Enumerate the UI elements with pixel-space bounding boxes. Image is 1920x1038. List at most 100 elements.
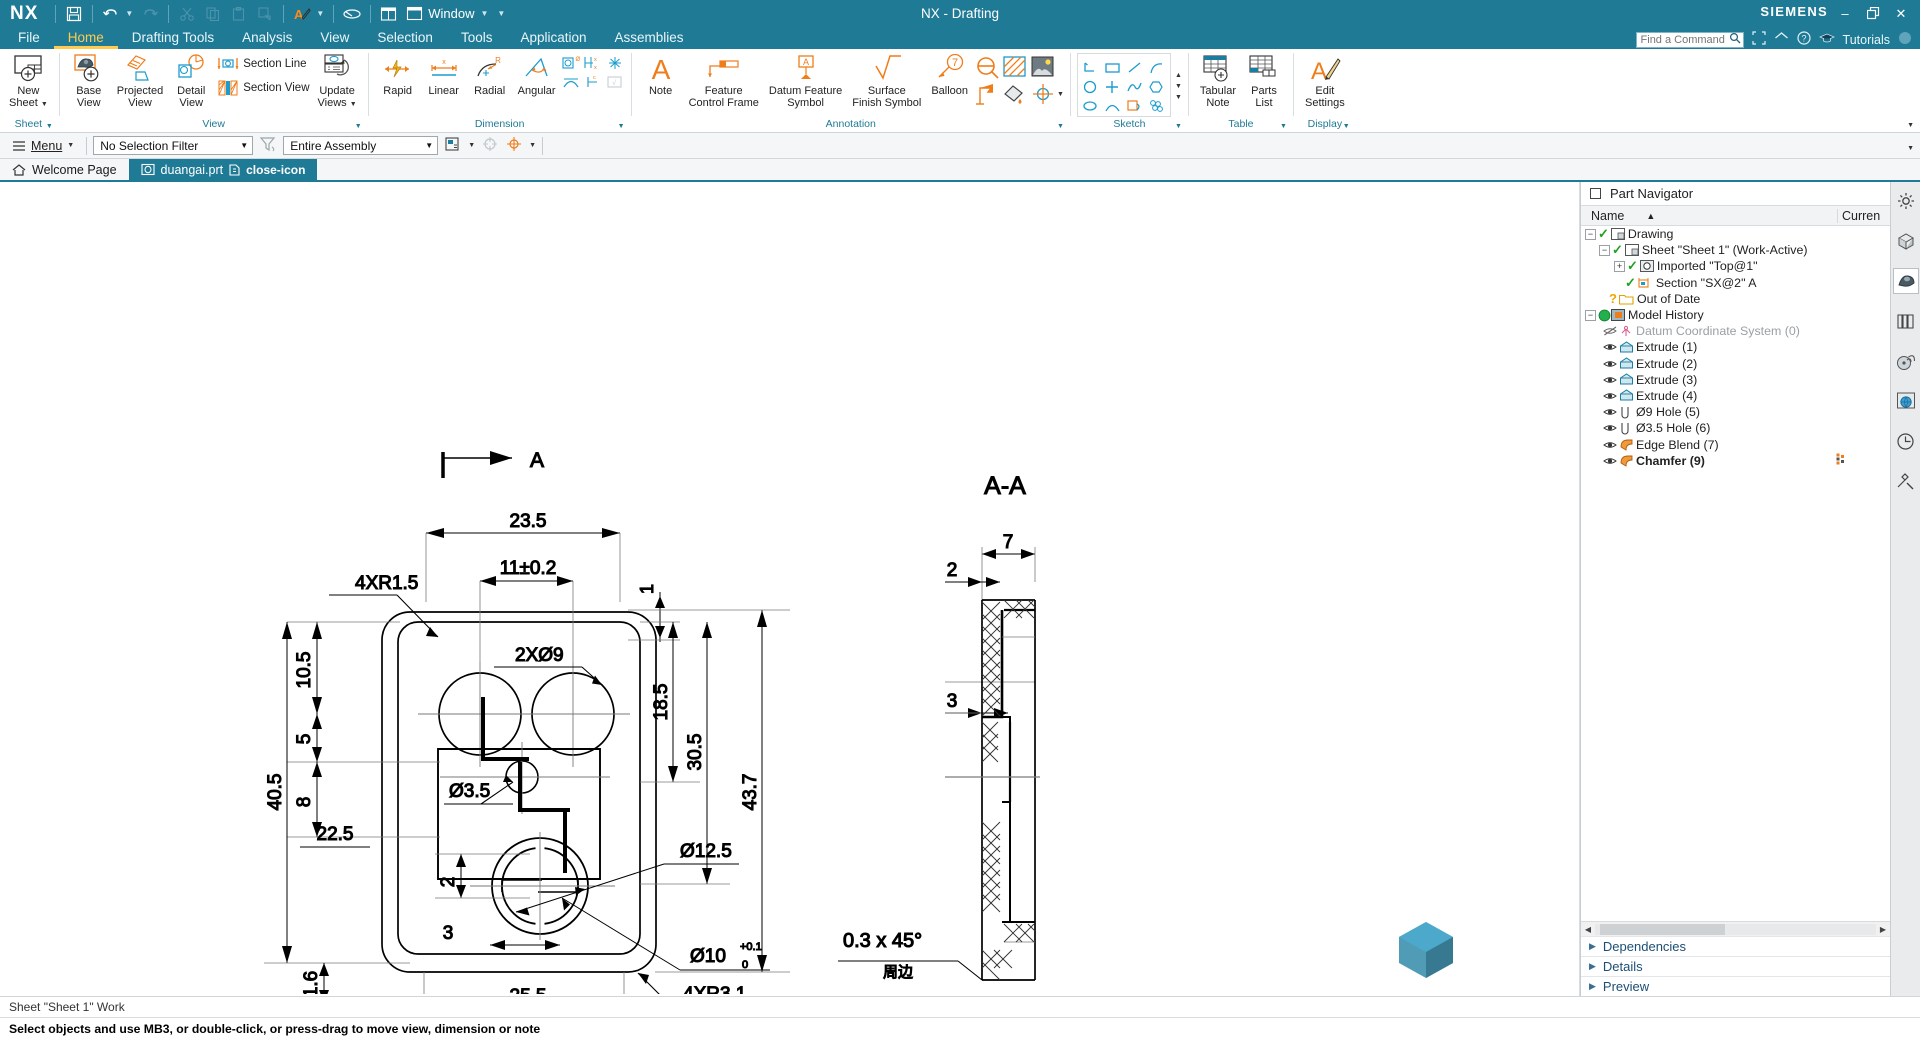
- centerline-icon[interactable]: [973, 53, 1001, 81]
- hole-callout-icon[interactable]: [605, 54, 625, 72]
- tree-item-extrude-2[interactable]: Extrude (2): [1581, 356, 1890, 372]
- user-icon[interactable]: [1898, 31, 1912, 48]
- column-header-name[interactable]: Name ▲: [1581, 209, 1837, 223]
- group-caret[interactable]: ▼: [46, 120, 53, 133]
- scroll-left-arrow[interactable]: ◀: [1581, 925, 1595, 934]
- selection-priority-caret[interactable]: ▼: [468, 142, 475, 149]
- circle-icon[interactable]: [1081, 77, 1101, 95]
- assembly-navigator-icon[interactable]: [1893, 228, 1919, 254]
- scroll-thumb[interactable]: [1600, 923, 1725, 935]
- line-icon[interactable]: [1125, 58, 1145, 76]
- tab-duangai-prt[interactable]: duangai.prt close-icon: [128, 159, 318, 180]
- web-browser-icon[interactable]: [1893, 388, 1919, 414]
- part-navigator-tree[interactable]: − ✓ Drawing − ✓ Sheet "Sheet 1" (Work-Ac…: [1581, 226, 1890, 921]
- tree-item-out-of-date[interactable]: ? Out of Date: [1581, 291, 1890, 307]
- scope-combo[interactable]: Entire Assembly ▼: [283, 136, 439, 155]
- flag-note-icon[interactable]: [973, 81, 1001, 107]
- studio-spline-icon[interactable]: [1125, 77, 1145, 95]
- sort-ascending-icon[interactable]: ▲: [1646, 211, 1655, 221]
- ellipse-icon[interactable]: [1081, 96, 1101, 114]
- annotation-overflow-caret[interactable]: ▼: [1057, 91, 1064, 98]
- panel-pin-icon[interactable]: [1590, 188, 1601, 199]
- menu-button[interactable]: Menu ▼: [6, 137, 80, 155]
- expander-icon[interactable]: −: [1599, 244, 1610, 256]
- tree-item-edge-blend-7[interactable]: Edge Blend (7): [1581, 436, 1890, 452]
- polygon-icon[interactable]: [1147, 77, 1167, 95]
- center-mark-icon[interactable]: [1029, 81, 1057, 107]
- tabular-note-button[interactable]: Tabular Note: [1195, 52, 1241, 111]
- close-icon[interactable]: close-icon: [246, 163, 305, 177]
- selection-filter-combo[interactable]: No Selection Filter ▼: [93, 136, 254, 155]
- offset-curve-icon[interactable]: [1125, 96, 1145, 114]
- accordion-preview[interactable]: ▶ Preview: [1581, 976, 1890, 996]
- column-header-current[interactable]: Curren: [1837, 208, 1890, 223]
- tree-item-chamfer-9[interactable]: Chamfer (9): [1581, 453, 1890, 469]
- eraser-icon[interactable]: [339, 3, 365, 25]
- selbar-overflow-caret[interactable]: ▼: [1907, 145, 1914, 152]
- window-tile-icon[interactable]: [376, 3, 402, 25]
- surface-finish-symbol-button[interactable]: Surface Finish Symbol: [847, 52, 926, 111]
- pattern-curve-icon[interactable]: [1147, 96, 1167, 114]
- tab-home[interactable]: Home: [53, 27, 118, 49]
- qat-overflow-caret[interactable]: ▼: [496, 9, 509, 18]
- point-icon[interactable]: [1103, 77, 1123, 95]
- tab-application[interactable]: Application: [506, 27, 600, 49]
- minimize-button[interactable]: –: [1832, 1, 1858, 27]
- arc-length-dimension-icon[interactable]: [561, 73, 581, 91]
- arc-icon[interactable]: [1147, 58, 1167, 76]
- ordinate-dimension-icon[interactable]: xx: [583, 54, 603, 72]
- group-caret[interactable]: ▼: [618, 120, 625, 133]
- group-caret[interactable]: ▼: [355, 120, 362, 133]
- rapid-dimension-button[interactable]: Rapid: [375, 52, 421, 100]
- chevron-down-icon[interactable]: ▼: [240, 141, 248, 150]
- part-navigator-hscrollbar[interactable]: ◀ ▶: [1581, 921, 1890, 936]
- tab-tools[interactable]: Tools: [447, 27, 507, 49]
- section-view-button[interactable]: Section View: [214, 76, 312, 100]
- search-icon[interactable]: [1729, 32, 1741, 47]
- tree-item-sheet[interactable]: − ✓ Sheet "Sheet 1" (Work-Active): [1581, 242, 1890, 258]
- tree-item-imported-top[interactable]: + ✓ Imported "Top@1": [1581, 258, 1890, 274]
- snap-dropdown-caret[interactable]: ▼: [529, 142, 536, 149]
- tree-item-section-sx[interactable]: ✓ Section "SX@2" A: [1581, 275, 1890, 291]
- tree-item-model-history[interactable]: − Model History: [1581, 307, 1890, 323]
- part-navigator-icon[interactable]: [1892, 268, 1919, 294]
- new-sheet-button[interactable]: New Sheet ▼: [4, 52, 53, 112]
- chevron-down-icon[interactable]: ▼: [425, 141, 433, 150]
- tab-welcome-page[interactable]: Welcome Page: [0, 159, 129, 180]
- scroll-right-arrow[interactable]: ▶: [1876, 925, 1890, 934]
- balloon-button[interactable]: 7 Balloon: [926, 52, 973, 100]
- window-menu-caret[interactable]: ▼: [480, 9, 493, 18]
- save-icon[interactable]: [61, 3, 87, 25]
- tab-file[interactable]: File: [4, 27, 54, 49]
- sketch-scroll-up[interactable]: ▲: [1175, 72, 1182, 79]
- radial-dimension-button[interactable]: R Radial: [467, 52, 513, 100]
- sketch-scroll-down[interactable]: ▼: [1175, 83, 1182, 90]
- image-icon[interactable]: [1029, 53, 1057, 81]
- tree-item-hole-6[interactable]: Ø3.5 Hole (6): [1581, 420, 1890, 436]
- edit-display-icon[interactable]: A: [289, 3, 315, 25]
- projected-view-button[interactable]: Projected View: [112, 52, 168, 111]
- tree-item-extrude-4[interactable]: Extrude (4): [1581, 388, 1890, 404]
- reuse-library-icon[interactable]: [1893, 308, 1919, 334]
- restore-button[interactable]: [1860, 1, 1886, 27]
- accordion-dependencies[interactable]: ▶ Dependencies: [1581, 936, 1890, 956]
- filter-reset-icon[interactable]: [259, 136, 277, 155]
- thickness-dimension-icon[interactable]: c: [583, 73, 603, 91]
- region-fill-icon[interactable]: [1001, 81, 1029, 107]
- rectangle-icon[interactable]: [1103, 58, 1123, 76]
- sketch-expand[interactable]: ▼: [1175, 94, 1182, 101]
- note-button[interactable]: A Note: [638, 52, 684, 100]
- tab-assemblies[interactable]: Assemblies: [601, 27, 698, 49]
- base-view-button[interactable]: Base View: [66, 52, 112, 111]
- group-caret[interactable]: ▼: [1280, 120, 1287, 133]
- accordion-details[interactable]: ▶ Details: [1581, 956, 1890, 976]
- display-dropdown-caret[interactable]: ▼: [315, 9, 328, 18]
- hatch-area-icon[interactable]: [1001, 53, 1029, 81]
- update-views-button[interactable]: Update Views ▼: [313, 52, 362, 112]
- tree-item-extrude-3[interactable]: Extrude (3): [1581, 372, 1890, 388]
- section-line-button[interactable]: Section Line: [214, 52, 312, 76]
- group-caret[interactable]: ▼: [1175, 120, 1182, 133]
- profile-icon[interactable]: [1081, 58, 1101, 76]
- scroll-track[interactable]: [1595, 923, 1876, 935]
- expander-icon[interactable]: +: [1614, 260, 1625, 272]
